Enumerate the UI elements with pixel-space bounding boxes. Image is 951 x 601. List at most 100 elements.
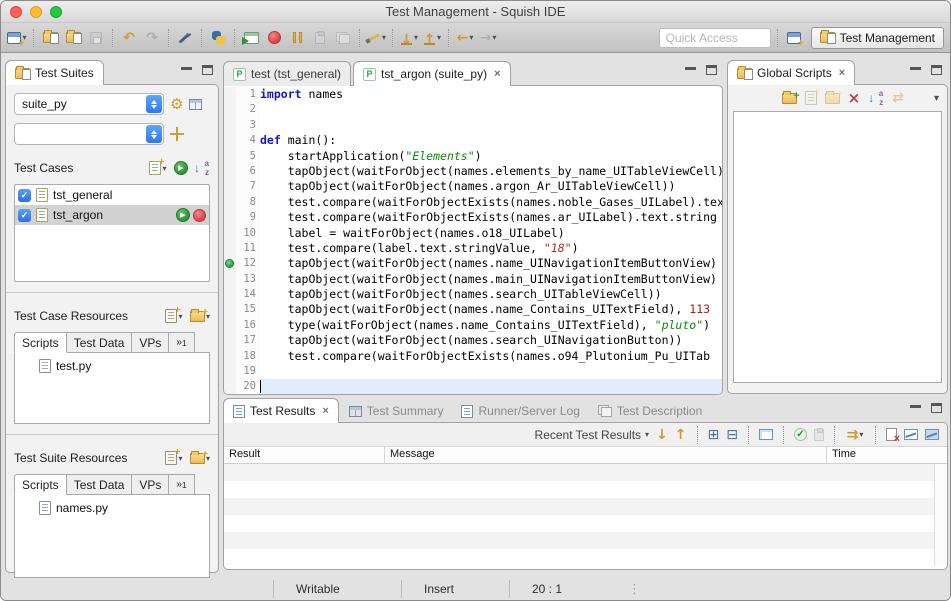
windows-button[interactable] (333, 27, 353, 49)
clipboard-icon[interactable] (814, 429, 824, 441)
new-file-button[interactable]: +▾ (164, 447, 184, 469)
status-drag-handle[interactable]: ⋮ (628, 582, 641, 597)
editor-gutter[interactable] (224, 133, 236, 148)
next-failure-icon[interactable]: ↓ (656, 428, 668, 442)
run-test-suite-button[interactable]: ▶ (174, 161, 188, 175)
maximize-view-icon[interactable] (931, 403, 942, 413)
minimize-view-icon[interactable] (910, 66, 921, 70)
code-editor[interactable]: 1import names234def main():5 startApplic… (223, 85, 723, 395)
file-item[interactable]: names.py (15, 495, 209, 515)
column-time[interactable]: Time (827, 447, 947, 463)
collapse-all-icon[interactable]: ⊟ (726, 428, 738, 442)
editor-gutter[interactable] (224, 379, 236, 394)
editor-gutter[interactable] (224, 118, 236, 133)
tab-test-data[interactable]: Test Data (67, 474, 133, 495)
export-results-icon[interactable] (904, 429, 918, 440)
column-message[interactable]: Message (385, 447, 827, 463)
file-item[interactable]: test.py (15, 353, 209, 373)
tab-global-scripts[interactable]: Global Scripts × (727, 60, 855, 85)
select-aut-icon[interactable] (170, 127, 184, 141)
tab-test-results[interactable]: Test Results × (223, 398, 339, 423)
editor-gutter[interactable] (224, 287, 236, 302)
transfer-icon[interactable]: ⇄ (892, 91, 904, 105)
close-tab-icon[interactable]: × (322, 405, 328, 417)
tab-overflow[interactable]: »1 (169, 332, 194, 353)
test-case-row[interactable]: ✓tst_argon▶ (15, 205, 209, 225)
recent-test-results-dropdown[interactable]: Recent Test Results ▾ (535, 428, 650, 442)
editor-gutter[interactable] (224, 102, 236, 117)
editor-gutter[interactable] (224, 272, 236, 287)
tab-test-description[interactable]: Test Description (590, 404, 710, 423)
checkbox-icon[interactable]: ✓ (18, 189, 31, 202)
new-test-case-button[interactable]: +▾ (148, 157, 168, 179)
save-button[interactable] (86, 27, 106, 49)
import-button[interactable]: ↓▾ (399, 27, 419, 49)
title-bar[interactable]: Test Management - Squish IDE (1, 1, 950, 23)
suite-select-stepper[interactable] (146, 95, 162, 113)
view-menu-icon[interactable]: ▾ (934, 93, 939, 104)
forward-button[interactable]: →▾ (478, 27, 498, 49)
minimize-view-icon[interactable] (910, 404, 921, 408)
new-file-icon[interactable]: + (805, 91, 817, 105)
close-tab-icon[interactable]: × (839, 67, 845, 79)
maximize-view-icon[interactable] (931, 65, 942, 75)
run-test-case-icon[interactable]: ▶ (176, 208, 190, 222)
new-test-suite-button[interactable] (40, 27, 60, 49)
tab-overflow[interactable]: »1 (169, 474, 194, 495)
tab-test-summary[interactable]: Test Summary (341, 404, 452, 423)
editor-gutter[interactable] (224, 364, 236, 379)
minimize-view-icon[interactable] (181, 66, 192, 70)
close-tab-icon[interactable]: × (494, 68, 500, 80)
delete-icon[interactable]: × (848, 91, 861, 106)
open-perspective-button[interactable] (784, 27, 804, 49)
record-test-case-icon[interactable] (193, 209, 206, 222)
expand-all-icon[interactable]: ⊞ (708, 428, 720, 442)
back-button[interactable]: ←▾ (455, 27, 475, 49)
toggle-edit-button[interactable] (175, 27, 195, 49)
new-wizard-button[interactable]: ▾ (7, 27, 27, 49)
editor-gutter[interactable] (224, 349, 236, 364)
editor-gutter[interactable] (224, 302, 236, 317)
test-case-scripts-list[interactable]: test.py (14, 352, 210, 424)
export-report-icon[interactable] (925, 429, 939, 440)
new-folder-button[interactable]: +▾ (190, 305, 210, 327)
verification-icon[interactable]: ✓ (794, 428, 807, 441)
spy-button[interactable]: ▾ (366, 27, 386, 49)
open-test-suite-button[interactable] (63, 27, 83, 49)
sort-icon[interactable]: ↓az (868, 91, 884, 105)
global-scripts-list[interactable] (733, 111, 942, 383)
add-global-script-directory-icon[interactable]: + (782, 93, 797, 104)
editor-gutter[interactable] (224, 210, 236, 225)
editor-gutter[interactable] (224, 179, 236, 194)
clear-results-icon[interactable] (886, 428, 897, 441)
sort-test-cases-icon[interactable]: ↓az (194, 161, 210, 175)
test-case-row[interactable]: ✓tst_general (15, 185, 209, 205)
new-folder-icon[interactable]: + (825, 93, 840, 104)
editor-tab-test-general[interactable]: P test (tst_general) (223, 61, 351, 86)
quick-access-input[interactable]: Quick Access (659, 28, 771, 48)
breakpoint-icon[interactable] (225, 259, 234, 268)
tab-test-suites[interactable]: Test Suites (5, 60, 104, 85)
new-file-button[interactable]: +▾ (164, 305, 184, 327)
aut-select-stepper[interactable] (146, 125, 162, 143)
editor-gutter[interactable] (224, 195, 236, 210)
previous-failure-icon[interactable]: ↑ (675, 428, 687, 442)
tab-vps[interactable]: VPs (132, 332, 169, 353)
suite-select[interactable]: suite_py (14, 93, 164, 115)
suite-settings-icon[interactable]: ⚙ (170, 97, 183, 112)
editor-gutter[interactable] (224, 226, 236, 241)
vertical-scrollbar[interactable] (934, 464, 947, 566)
editor-gutter[interactable] (224, 318, 236, 333)
maximize-view-icon[interactable] (706, 65, 717, 75)
launch-snippet-button[interactable] (310, 27, 330, 49)
editor-gutter[interactable] (224, 333, 236, 348)
maximize-view-icon[interactable] (202, 65, 213, 75)
aut-select[interactable] (14, 123, 164, 145)
redo-button[interactable]: ↷ (142, 27, 162, 49)
filter-button[interactable]: ⇉▾ (845, 424, 865, 446)
tab-vps[interactable]: VPs (132, 474, 169, 495)
new-folder-button[interactable]: +▾ (190, 447, 210, 469)
column-result[interactable]: Result (224, 447, 385, 463)
screenshot-icon[interactable] (759, 429, 773, 440)
editor-tab-tst-argon[interactable]: P tst_argon (suite_py) × (353, 61, 511, 86)
